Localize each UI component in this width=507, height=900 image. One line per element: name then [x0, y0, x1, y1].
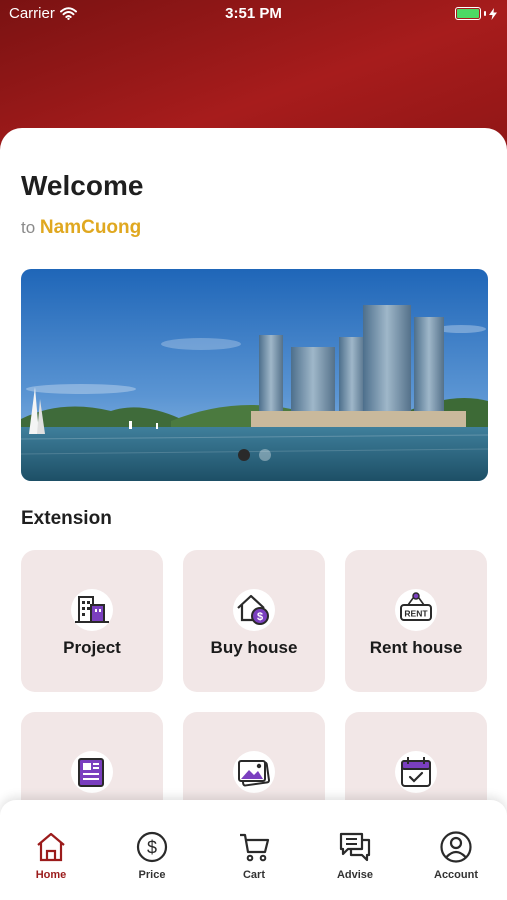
tab-label: Cart — [242, 869, 265, 881]
chat-icon — [339, 832, 371, 862]
cart-icon — [240, 833, 270, 862]
news-icon — [71, 751, 113, 793]
subtitle-prefix: to — [21, 218, 36, 237]
tile-label: Buy house — [210, 638, 298, 657]
tab-home[interactable]: Home — [11, 830, 91, 881]
tab-label: Price — [138, 869, 166, 881]
building-icon — [71, 589, 113, 631]
tab-price[interactable]: $ Price — [112, 830, 192, 881]
home-icon — [37, 832, 65, 862]
carousel-pagination — [21, 449, 488, 461]
dollar-circle-icon: $ — [136, 831, 168, 863]
tab-account[interactable]: Account — [416, 830, 496, 881]
rent-sign-icon: RENT — [395, 589, 437, 631]
tab-label: Home — [35, 869, 67, 881]
welcome-title: Welcome — [21, 170, 144, 201]
battery-indicator — [455, 7, 497, 20]
svg-text:$: $ — [147, 838, 157, 858]
tile-label: Project — [63, 638, 121, 657]
svg-text:RENT: RENT — [404, 609, 428, 619]
brand-name: NamCuong — [39, 217, 142, 238]
tile-buy-house[interactable]: $ Buy house — [183, 550, 325, 692]
welcome-subtitle: to NamCuong — [21, 217, 141, 239]
tab-label: Advise — [336, 869, 374, 881]
status-time: 3:51 PM — [225, 5, 282, 22]
carousel-dot-2[interactable] — [259, 449, 271, 461]
main-content-sheet: Welcome to NamCuong Extension Project $ … — [0, 128, 507, 900]
svg-text:$: $ — [257, 611, 263, 623]
carousel-dot-1[interactable] — [238, 449, 250, 461]
user-icon — [440, 831, 472, 863]
gallery-icon — [233, 751, 275, 793]
tile-rent-house[interactable]: RENT Rent house — [345, 550, 487, 692]
tab-label: Account — [434, 869, 478, 881]
battery-icon — [455, 7, 481, 20]
charging-bolt-icon — [489, 7, 497, 20]
tab-cart[interactable]: Cart — [214, 830, 294, 881]
bottom-tab-bar: Home $ Price Cart Advise Account — [0, 800, 507, 900]
hero-banner-carousel[interactable] — [21, 269, 488, 481]
section-title-extension: Extension — [21, 508, 112, 529]
tile-label: Rent house — [369, 638, 463, 657]
tab-advise[interactable]: Advise — [315, 830, 395, 881]
house-dollar-icon: $ — [233, 589, 275, 631]
tile-project[interactable]: Project — [21, 550, 163, 692]
calendar-check-icon — [395, 751, 437, 793]
status-bar: Carrier 3:51 PM — [0, 0, 507, 28]
